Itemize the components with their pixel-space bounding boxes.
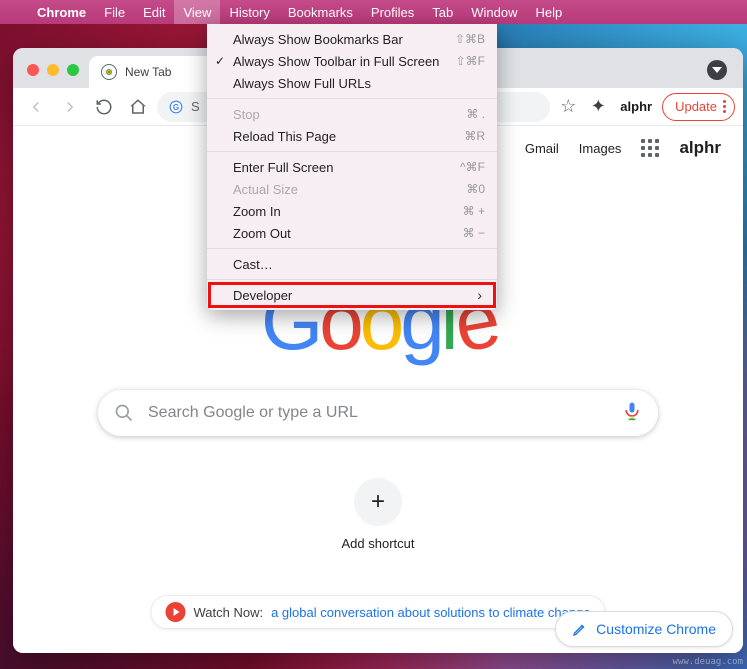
view-menu-dropdown: Always Show Bookmarks Bar ⇧⌘B ✓ Always S… bbox=[207, 24, 497, 310]
menu-enter-full-screen[interactable]: Enter Full Screen ^⌘F bbox=[207, 156, 497, 178]
tab-title: New Tab bbox=[125, 65, 171, 79]
forward-button[interactable] bbox=[55, 92, 85, 122]
plus-icon: + bbox=[354, 478, 402, 526]
close-window-button[interactable] bbox=[27, 64, 39, 76]
menu-always-show-bookmarks-bar[interactable]: Always Show Bookmarks Bar ⇧⌘B bbox=[207, 28, 497, 50]
menu-always-show-full-urls[interactable]: Always Show Full URLs bbox=[207, 72, 497, 94]
menubar-view[interactable]: View bbox=[174, 0, 220, 24]
menu-always-show-toolbar-full-screen[interactable]: ✓ Always Show Toolbar in Full Screen ⇧⌘F bbox=[207, 50, 497, 72]
checkmark-icon: ✓ bbox=[215, 54, 225, 68]
tabstrip-extension[interactable] bbox=[707, 60, 727, 80]
menubar-window[interactable]: Window bbox=[462, 0, 526, 24]
menubar-edit[interactable]: Edit bbox=[134, 0, 174, 24]
window-controls bbox=[27, 64, 79, 76]
svg-text:G: G bbox=[173, 102, 179, 111]
google-apps-icon[interactable] bbox=[641, 139, 659, 157]
menu-separator bbox=[207, 279, 497, 280]
play-icon bbox=[165, 602, 185, 622]
banner-lead: Watch Now: bbox=[193, 605, 263, 620]
reload-button[interactable] bbox=[89, 92, 119, 122]
gmail-link[interactable]: Gmail bbox=[525, 141, 559, 156]
alphr-extension-badge[interactable]: alphr bbox=[614, 99, 658, 114]
menu-cast[interactable]: Cast… bbox=[207, 253, 497, 275]
menu-zoom-out[interactable]: Zoom Out ⌘ − bbox=[207, 222, 497, 244]
shortcut-label: Add shortcut bbox=[342, 536, 415, 551]
menubar-app[interactable]: Chrome bbox=[28, 0, 95, 24]
extensions-puzzle-icon[interactable]: ✦ bbox=[586, 96, 610, 117]
chrome-favicon-icon bbox=[101, 64, 117, 80]
google-g-icon: G bbox=[169, 100, 183, 114]
home-button[interactable] bbox=[123, 92, 153, 122]
omnibox-text: S bbox=[191, 99, 200, 114]
menu-separator bbox=[207, 248, 497, 249]
menubar-profiles[interactable]: Profiles bbox=[362, 0, 423, 24]
back-button[interactable] bbox=[21, 92, 51, 122]
search-placeholder: Search Google or type a URL bbox=[148, 404, 608, 422]
ntp-top-links: Gmail Images alphr bbox=[525, 138, 721, 158]
minimize-window-button[interactable] bbox=[47, 64, 59, 76]
customize-chrome-button[interactable]: Customize Chrome bbox=[555, 611, 733, 647]
menu-stop: Stop ⌘ . bbox=[207, 103, 497, 125]
menubar-bookmarks[interactable]: Bookmarks bbox=[279, 0, 362, 24]
watermark: www.deuag.com bbox=[673, 657, 743, 667]
voice-search-icon[interactable] bbox=[622, 401, 642, 426]
images-link[interactable]: Images bbox=[579, 141, 622, 156]
promo-banner[interactable]: Watch Now: a global conversation about s… bbox=[150, 595, 605, 629]
menu-developer[interactable]: Developer › bbox=[210, 284, 494, 306]
bookmark-star-icon[interactable]: ☆ bbox=[554, 96, 582, 117]
kebab-menu-icon bbox=[723, 100, 726, 113]
menubar-help[interactable]: Help bbox=[527, 0, 572, 24]
menu-reload-this-page[interactable]: Reload This Page ⌘R bbox=[207, 125, 497, 147]
menu-separator bbox=[207, 98, 497, 99]
alphr-logo[interactable]: alphr bbox=[679, 138, 721, 158]
menubar-file[interactable]: File bbox=[95, 0, 134, 24]
menu-separator bbox=[207, 151, 497, 152]
menu-actual-size: Actual Size ⌘0 bbox=[207, 178, 497, 200]
macos-menubar: Chrome File Edit View History Bookmarks … bbox=[0, 0, 747, 24]
menubar-tab[interactable]: Tab bbox=[423, 0, 462, 24]
chevron-right-icon: › bbox=[477, 287, 482, 303]
search-box[interactable]: Search Google or type a URL bbox=[98, 390, 658, 436]
update-button[interactable]: Update bbox=[662, 93, 735, 121]
menu-zoom-in[interactable]: Zoom In ⌘ + bbox=[207, 200, 497, 222]
extension-dropdown-icon bbox=[707, 60, 727, 80]
add-shortcut[interactable]: + Add shortcut bbox=[342, 478, 415, 551]
menubar-history[interactable]: History bbox=[220, 0, 278, 24]
zoom-window-button[interactable] bbox=[67, 64, 79, 76]
banner-link[interactable]: a global conversation about solutions to… bbox=[271, 605, 590, 620]
pencil-icon bbox=[572, 621, 588, 637]
search-icon bbox=[114, 403, 134, 423]
